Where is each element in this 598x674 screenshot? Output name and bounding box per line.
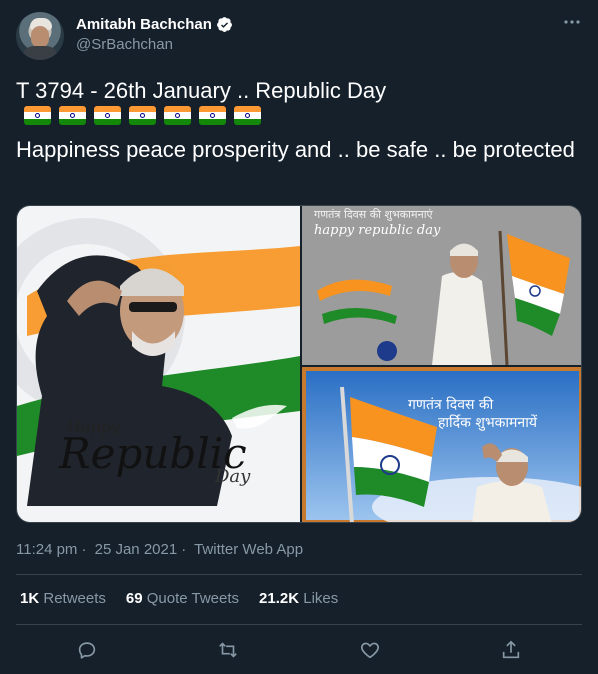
- tweet-line-1: T 3794 - 26th January .. Republic Day: [16, 76, 582, 125]
- quote-tweets-label: Quote Tweets: [146, 590, 240, 607]
- republic-day-poster-top-right: गणतंत्र दिवस की शुभकामनाएं happy republi…: [302, 206, 581, 365]
- poster-hindi-line-2: हार्दिक शुभकामनायें: [438, 414, 538, 431]
- tweet-time[interactable]: 11:24 pm: [16, 541, 77, 558]
- tweet-stats: 1K Retweets 69 Quote Tweets 21.2K Likes: [20, 590, 338, 607]
- reply-button[interactable]: [76, 639, 98, 661]
- media-image-top-right[interactable]: गणतंत्र दिवस की शुभकामनाएं happy republi…: [302, 206, 581, 365]
- republic-day-poster-bottom-right: गणतंत्र दिवस की हार्दिक शुभकामनायें: [302, 367, 581, 522]
- tweet-line-2: Happiness peace prosperity and .. be saf…: [16, 137, 575, 162]
- india-flag-icon: [234, 106, 261, 125]
- media-image-left[interactable]: Happy Republic Day: [17, 206, 300, 522]
- india-flag-icon: [199, 106, 226, 125]
- quote-tweets-stat[interactable]: 69 Quote Tweets: [126, 590, 239, 607]
- india-flag-icon: [164, 106, 191, 125]
- retweet-button[interactable]: [217, 639, 239, 661]
- avatar[interactable]: [16, 12, 64, 60]
- tweet-date[interactable]: 25 Jan 2021: [95, 541, 178, 558]
- quote-tweets-count: 69: [125, 590, 143, 607]
- reply-icon: [78, 642, 95, 659]
- share-icon: [503, 640, 520, 659]
- poster-hindi-greeting: गणतंत्र दिवस की शुभकामनाएं: [314, 208, 434, 221]
- india-flag-icon: [24, 106, 51, 125]
- poster-happy-republic-day: happy republic day: [314, 223, 441, 238]
- poster-hindi-line-1: गणतंत्र दिवस की: [408, 396, 494, 413]
- share-button[interactable]: [500, 639, 522, 661]
- divider-bottom: [16, 624, 582, 625]
- poster-day-text: Day: [214, 466, 251, 487]
- author-handle[interactable]: @SrBachchan: [76, 36, 173, 53]
- media-grid: Happy Republic Day गणतंत्र दिवस की शुभका…: [16, 205, 582, 523]
- tweet-header: Amitabh Bachchan @SrBachchan: [16, 12, 582, 60]
- republic-day-poster-left: Happy Republic Day: [17, 218, 300, 506]
- verified-badge-icon: [216, 16, 232, 32]
- retweets-count: 1K: [20, 590, 40, 607]
- india-flag-icon: [129, 106, 156, 125]
- india-flags: [20, 106, 265, 125]
- likes-count: 21.2K: [259, 590, 300, 607]
- retweets-stat[interactable]: 1K Retweets: [20, 590, 106, 607]
- author-name[interactable]: Amitabh Bachchan: [76, 16, 212, 33]
- media-image-bottom-right[interactable]: गणतंत्र दिवस की हार्दिक शुभकामनायें: [302, 367, 581, 522]
- tweet-line-1-text: T 3794 - 26th January .. Republic Day: [16, 78, 387, 103]
- tweet-actions: [16, 634, 582, 666]
- author-name-row[interactable]: Amitabh Bachchan: [76, 14, 233, 34]
- retweet-icon: [219, 642, 238, 658]
- heart-icon: [360, 642, 379, 659]
- more-dots-icon[interactable]: [562, 14, 582, 30]
- divider-top: [16, 574, 582, 575]
- india-flag-icon: [59, 106, 86, 125]
- likes-stat[interactable]: 21.2K Likes: [259, 590, 338, 607]
- tweet-meta: 11:24 pm · 25 Jan 2021 · Twitter Web App: [16, 541, 304, 558]
- tweet-source[interactable]: Twitter Web App: [194, 541, 303, 558]
- likes-label: Likes: [303, 590, 339, 607]
- tweet-text: T 3794 - 26th January .. Republic Day Ha…: [16, 76, 582, 165]
- india-flag-icon: [94, 106, 121, 125]
- like-button[interactable]: [359, 639, 381, 661]
- retweets-label: Retweets: [43, 590, 106, 607]
